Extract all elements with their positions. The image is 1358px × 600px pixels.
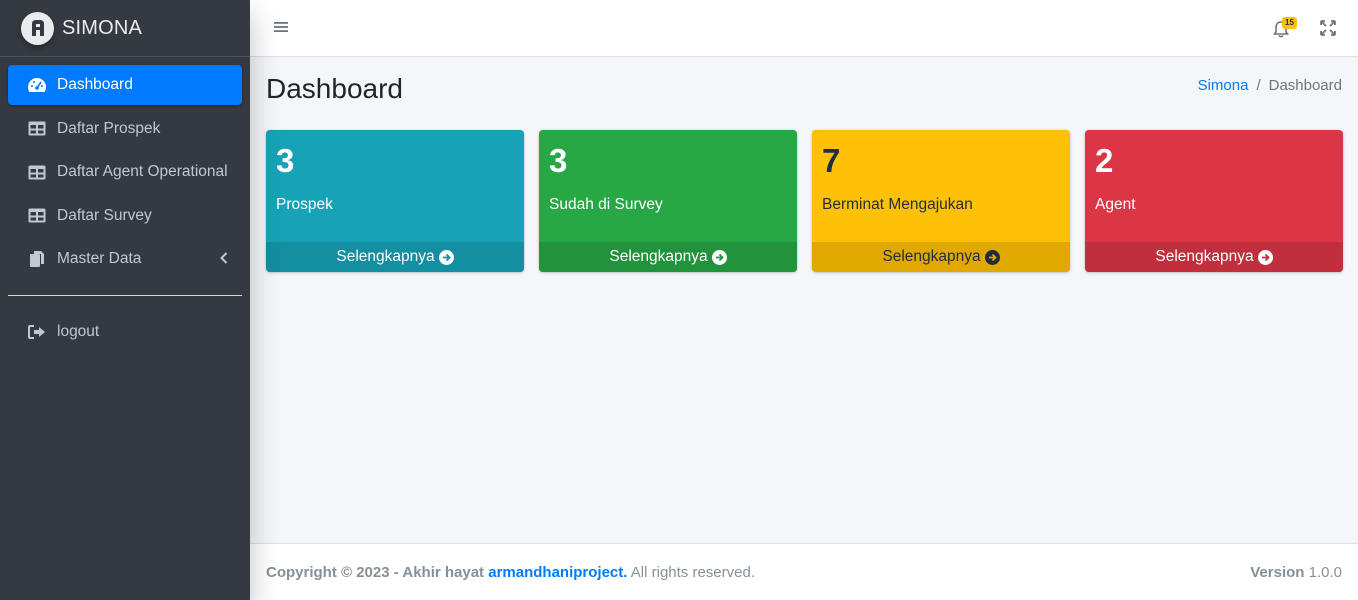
stats-boxes: 3 Prospek Selengkapnya 3 Sudah di Survey… xyxy=(266,130,1343,272)
stat-box-prospek: 3 Prospek Selengkapnya xyxy=(266,130,524,272)
top-navbar: 15 xyxy=(250,0,1358,57)
sidebar-item-daftar-agent-operational[interactable]: Daftar Agent Operational xyxy=(8,152,242,192)
sidebar-item-daftar-survey[interactable]: Daftar Survey xyxy=(8,196,242,236)
copyright: Copyright © 2023 - Akhir hayat armandhan… xyxy=(266,564,755,581)
version-info: Version 1.0.0 xyxy=(1250,564,1342,581)
breadcrumb: Simona / Dashboard xyxy=(1198,77,1342,94)
sidebar: SIMONA Dashboard Daftar Prospek Daftar A… xyxy=(0,0,250,600)
stat-more-label: Selengkapnya xyxy=(882,248,981,265)
stat-more-link[interactable]: Selengkapnya xyxy=(812,242,1070,272)
arrow-circle-right-icon xyxy=(711,249,727,265)
sidebar-item-logout[interactable]: logout xyxy=(8,312,242,352)
stat-value: 7 xyxy=(822,142,841,179)
stat-label: Prospek xyxy=(276,196,333,213)
sidebar-nav: Dashboard Daftar Prospek Daftar Agent Op… xyxy=(0,57,250,279)
main-content: Dashboard Simona / Dashboard 3 Prospek S… xyxy=(250,57,1358,543)
arrow-circle-right-icon xyxy=(984,249,1000,265)
sidebar-item-label: Daftar Survey xyxy=(57,206,152,224)
table-icon xyxy=(27,119,47,139)
sidebar-item-label: Dashboard xyxy=(57,76,133,93)
sidebar-item-label: Daftar Prospek xyxy=(57,119,161,137)
copyright-text: Copyright © 2023 - Akhir hayat xyxy=(266,563,485,581)
stat-value: 2 xyxy=(1095,142,1114,179)
stat-more-link[interactable]: Selengkapnya xyxy=(1085,242,1343,272)
chevron-left-icon xyxy=(220,251,228,269)
stat-more-label: Selengkapnya xyxy=(1155,248,1254,265)
brand-logo xyxy=(21,11,54,45)
stat-box-agent: 2 Agent Selengkapnya xyxy=(1085,130,1343,272)
sidebar-item-dashboard[interactable]: Dashboard xyxy=(8,65,242,105)
arrow-circle-right-icon xyxy=(1257,249,1273,265)
version-label: Version xyxy=(1250,563,1305,581)
stat-value: 3 xyxy=(276,142,295,179)
breadcrumb-current: Dashboard xyxy=(1268,77,1342,94)
stat-more-label: Selengkapnya xyxy=(336,248,435,265)
table-icon xyxy=(27,206,47,226)
arrow-circle-right-icon xyxy=(438,249,454,265)
version-number: 1.0.0 xyxy=(1308,563,1342,581)
stat-box-berminat-mengajukan: 7 Berminat Mengajukan Selengkapnya xyxy=(812,130,1070,272)
sign-out-icon xyxy=(27,322,47,342)
stat-value: 3 xyxy=(549,142,568,179)
stat-label: Berminat Mengajukan xyxy=(822,196,973,213)
sidebar-item-label: Daftar Agent Operational xyxy=(57,163,228,180)
tachometer-icon xyxy=(27,75,47,95)
sidebar-item-daftar-prospek[interactable]: Daftar Prospek xyxy=(8,109,242,149)
rights-text: All rights reserved. xyxy=(630,563,755,581)
stat-more-link[interactable]: Selengkapnya xyxy=(539,242,797,272)
page-title: Dashboard xyxy=(266,73,403,104)
hamburger-menu-icon[interactable] xyxy=(274,20,288,34)
brand[interactable]: SIMONA xyxy=(0,0,250,57)
breadcrumb-link-simona[interactable]: Simona xyxy=(1198,77,1249,94)
fullscreen-icon[interactable] xyxy=(1320,20,1336,36)
sidebar-item-master-data[interactable]: Master Data xyxy=(8,239,242,279)
stat-more-link[interactable]: Selengkapnya xyxy=(266,242,524,272)
stat-label: Agent xyxy=(1095,196,1136,213)
stat-label: Sudah di Survey xyxy=(549,196,663,213)
table-icon xyxy=(27,162,47,182)
copy-icon xyxy=(27,249,47,269)
breadcrumb-separator: / xyxy=(1256,77,1261,94)
stat-more-label: Selengkapnya xyxy=(609,248,708,265)
page-footer: Copyright © 2023 - Akhir hayat armandhan… xyxy=(250,543,1358,600)
brand-name: SIMONA xyxy=(62,16,143,39)
sidebar-bottom-nav: logout xyxy=(0,312,250,352)
stat-box-sudah-di-survey: 3 Sudah di Survey Selengkapnya xyxy=(539,130,797,272)
sidebar-divider xyxy=(8,295,242,296)
notification-badge: 15 xyxy=(1282,17,1297,29)
sidebar-item-label: logout xyxy=(57,323,100,340)
sidebar-item-label: Master Data xyxy=(57,250,142,267)
author-link[interactable]: armandhaniproject. xyxy=(488,564,627,581)
